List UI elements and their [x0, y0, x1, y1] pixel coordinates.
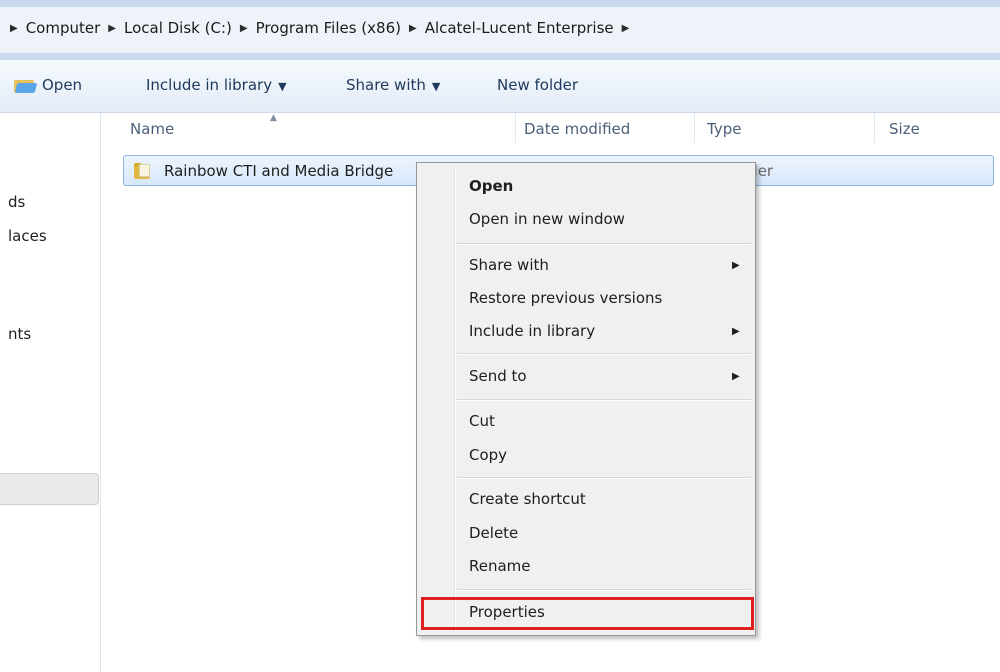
file-name: Rainbow CTI and Media Bridge [164, 162, 394, 180]
nav-item-downloads[interactable]: ds [8, 193, 25, 211]
chevron-down-icon: ▼ [278, 80, 287, 93]
column-divider[interactable] [874, 113, 875, 143]
menu-item-send-to[interactable]: Send to [469, 367, 527, 385]
breadcrumb: ▶ Computer ▶ Local Disk (C:) ▶ Program F… [6, 19, 637, 37]
chevron-down-icon: ▼ [431, 80, 441, 93]
share-with-label: Share with [346, 76, 426, 94]
breadcrumb-alcatel[interactable]: Alcatel-Lucent Enterprise [425, 19, 614, 37]
submenu-arrow-icon: ▶ [732, 371, 740, 382]
breadcrumb-local-disk[interactable]: Local Disk (C:) [124, 19, 232, 37]
menu-item-open[interactable]: Open [469, 177, 513, 195]
breadcrumb-arrow-icon[interactable]: ▶ [622, 23, 630, 34]
nav-item-selected[interactable] [0, 473, 99, 505]
column-header-size[interactable]: Size [889, 120, 920, 138]
menu-item-restore-previous-versions[interactable]: Restore previous versions [469, 289, 662, 307]
breadcrumb-arrow-icon[interactable]: ▶ [10, 23, 18, 34]
menu-item-create-shortcut[interactable]: Create shortcut [469, 490, 586, 508]
nav-item-recent-places[interactable]: laces [8, 227, 47, 245]
menu-item-include-in-library[interactable]: Include in library [469, 322, 595, 340]
include-in-library-label: Include in library [146, 76, 273, 94]
menu-item-copy[interactable]: Copy [469, 446, 507, 464]
column-header-name[interactable]: Name [130, 120, 174, 138]
column-divider[interactable] [694, 113, 695, 143]
menu-separator [457, 477, 751, 479]
include-in-library-button[interactable]: Include in library ▼ [146, 76, 287, 94]
properties-highlight-box [421, 597, 754, 630]
address-bar-bottom-strip [0, 53, 1000, 60]
context-menu: Open Open in new window Share with ▶ Res… [416, 162, 756, 636]
breadcrumb-arrow-icon[interactable]: ▶ [409, 23, 417, 34]
sort-ascending-icon: ▲ [270, 113, 277, 123]
open-folder-icon [14, 77, 38, 93]
menu-item-rename[interactable]: Rename [469, 557, 531, 575]
submenu-arrow-icon: ▶ [732, 326, 740, 337]
menu-separator [457, 243, 751, 245]
share-with-button[interactable]: Share with ▼ [346, 76, 440, 94]
menu-separator [457, 353, 751, 355]
menu-separator [457, 589, 751, 591]
menu-separator [457, 399, 751, 401]
menu-item-cut[interactable]: Cut [469, 412, 495, 430]
nav-item-documents[interactable]: nts [8, 325, 31, 343]
column-header-date-modified[interactable]: Date modified [524, 120, 630, 138]
submenu-arrow-icon: ▶ [732, 260, 740, 271]
address-bar-top-strip [0, 0, 1000, 7]
breadcrumb-computer[interactable]: Computer [26, 19, 101, 37]
navigation-pane: ds laces nts [0, 113, 101, 672]
new-folder-label: New folder [497, 76, 579, 94]
breadcrumb-program-files[interactable]: Program Files (x86) [256, 19, 401, 37]
new-folder-button[interactable]: New folder [497, 76, 578, 94]
column-divider[interactable] [515, 113, 516, 143]
menu-icon-gutter [454, 165, 456, 633]
address-bar[interactable]: ▶ Computer ▶ Local Disk (C:) ▶ Program F… [0, 7, 1000, 54]
breadcrumb-arrow-icon[interactable]: ▶ [240, 23, 248, 34]
breadcrumb-arrow-icon[interactable]: ▶ [108, 23, 116, 34]
column-header-type[interactable]: Type [707, 120, 741, 138]
open-button[interactable]: Open [14, 76, 82, 94]
menu-item-share-with[interactable]: Share with [469, 256, 549, 274]
menu-item-delete[interactable]: Delete [469, 524, 518, 542]
open-button-label: Open [42, 76, 83, 94]
menu-item-open-new-window[interactable]: Open in new window [469, 210, 625, 228]
command-toolbar: Open Include in library ▼ Share with ▼ New… [0, 60, 1000, 113]
folder-icon [134, 163, 152, 179]
